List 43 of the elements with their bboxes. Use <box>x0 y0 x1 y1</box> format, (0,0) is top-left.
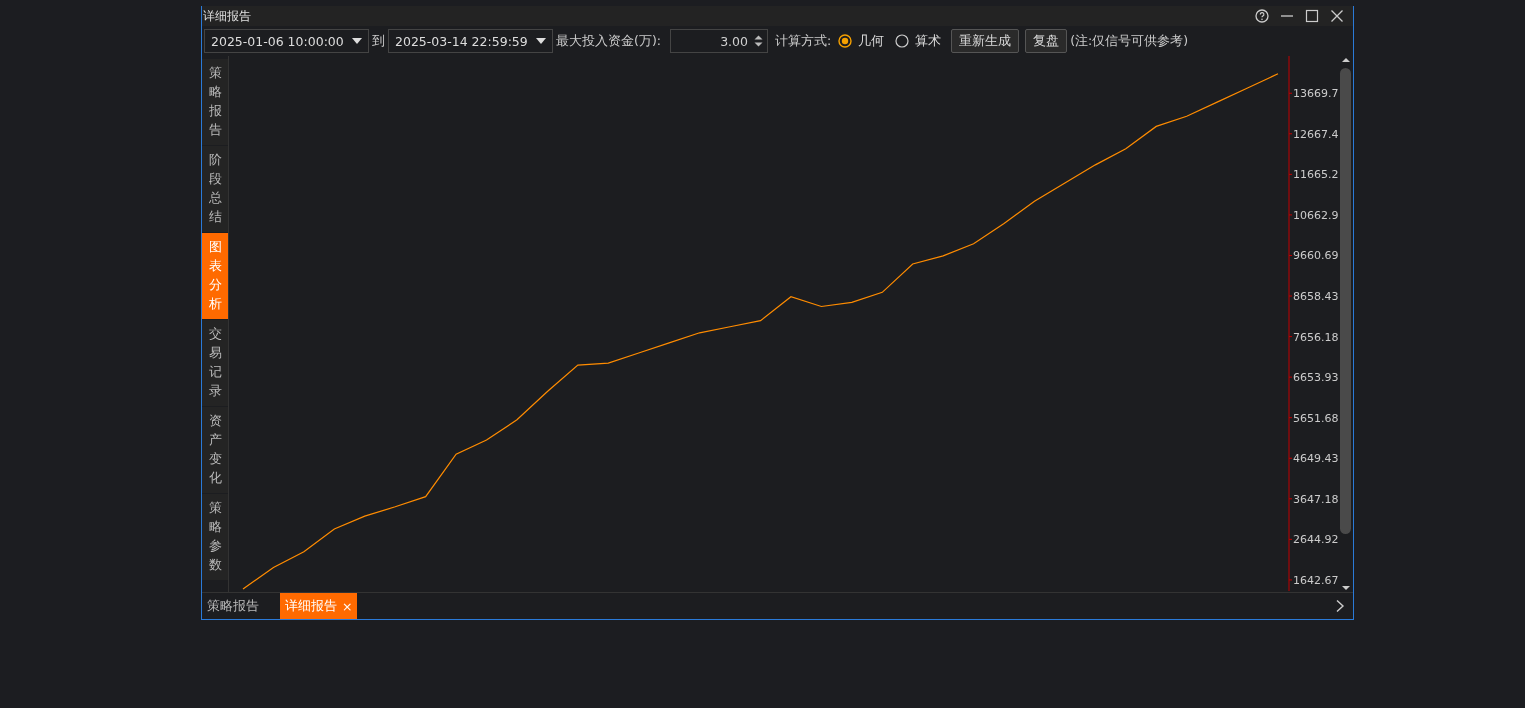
y-tick-label: 1642.67 <box>1293 573 1338 587</box>
y-tick-label: 5651.68 <box>1293 411 1338 425</box>
method-label: 计算方式: <box>774 32 832 50</box>
radio-icon <box>838 34 853 48</box>
bottom-tab[interactable]: 策略报告 <box>202 593 264 619</box>
y-tick-label: 10662.9 <box>1293 208 1338 222</box>
method-radio[interactable]: 算术 <box>891 32 946 50</box>
y-tick-label: 7656.18 <box>1293 330 1338 344</box>
close-icon[interactable] <box>1329 8 1345 24</box>
window-title: 详细报告 <box>203 7 252 25</box>
capital-spinbox[interactable]: 3.00 <box>669 29 768 53</box>
y-tick-label: 3647.18 <box>1293 492 1338 506</box>
action-button[interactable]: 复盘 <box>1025 29 1068 53</box>
start-time-dropdown[interactable]: 2025-01-06 10:00:00 <box>204 29 369 53</box>
chevron-right-icon[interactable] <box>1335 599 1345 613</box>
spin-arrows-icon[interactable] <box>753 34 763 48</box>
help-icon[interactable] <box>1254 8 1270 24</box>
y-tick-label: 13669.7 <box>1293 87 1338 101</box>
y-tick-label: 9660.69 <box>1293 249 1338 263</box>
side-tab[interactable]: 策略参数 <box>202 494 228 580</box>
y-tick-label: 6653.93 <box>1293 371 1338 385</box>
y-tick-label: 4649.43 <box>1293 452 1338 466</box>
side-tab[interactable]: 资产变化 <box>202 407 228 493</box>
caret-icon <box>536 38 546 44</box>
method-radio[interactable]: 几何 <box>834 32 889 50</box>
end-time-dropdown[interactable]: 2025-03-14 22:59:59 <box>388 29 553 53</box>
note-text: (注:仅信号可供参考) <box>1070 32 1189 50</box>
side-tab[interactable]: 策略报告 <box>202 59 228 145</box>
maximize-icon[interactable] <box>1304 8 1320 24</box>
y-tick-label: 8658.43 <box>1293 290 1338 304</box>
side-tab[interactable]: 交易记录 <box>202 320 228 406</box>
y-tick-label: 2644.92 <box>1293 533 1338 547</box>
y-tick-label: 12667.4 <box>1293 127 1338 141</box>
scroll-up-icon[interactable] <box>1340 56 1351 64</box>
radio-icon <box>895 34 910 48</box>
scrollbar-thumb[interactable] <box>1340 68 1351 534</box>
action-button[interactable]: 重新生成 <box>951 29 1020 53</box>
capital-label: 最大投入资金(万): <box>556 32 661 50</box>
scroll-down-icon[interactable] <box>1340 584 1351 592</box>
to-label: 到 <box>372 32 385 50</box>
caret-icon <box>352 38 362 44</box>
side-tab[interactable]: 阶段总结 <box>202 146 228 232</box>
y-tick-label: 11665.2 <box>1293 168 1338 182</box>
